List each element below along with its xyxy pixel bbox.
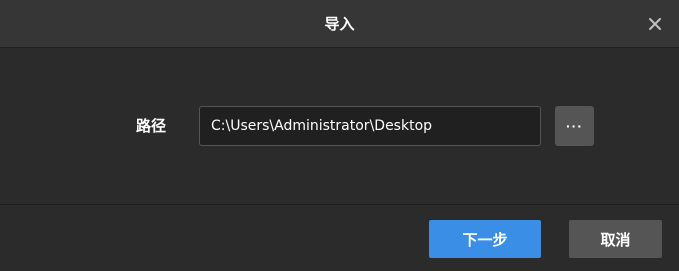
dialog-footer: 下一步 取消 [0, 205, 679, 271]
browse-button[interactable]: ··· [555, 106, 594, 146]
close-icon [649, 18, 661, 30]
dialog-titlebar: 导入 [0, 0, 679, 48]
close-button[interactable] [645, 14, 665, 34]
dialog-title: 导入 [324, 15, 355, 33]
path-input[interactable] [199, 106, 541, 146]
dialog-body: 路径 ··· [0, 48, 679, 205]
path-label: 路径 [136, 117, 167, 135]
import-dialog: 导入 路径 ··· 下一步 取消 [0, 0, 679, 271]
next-step-button[interactable]: 下一步 [429, 220, 541, 258]
cancel-button[interactable]: 取消 [569, 220, 662, 258]
